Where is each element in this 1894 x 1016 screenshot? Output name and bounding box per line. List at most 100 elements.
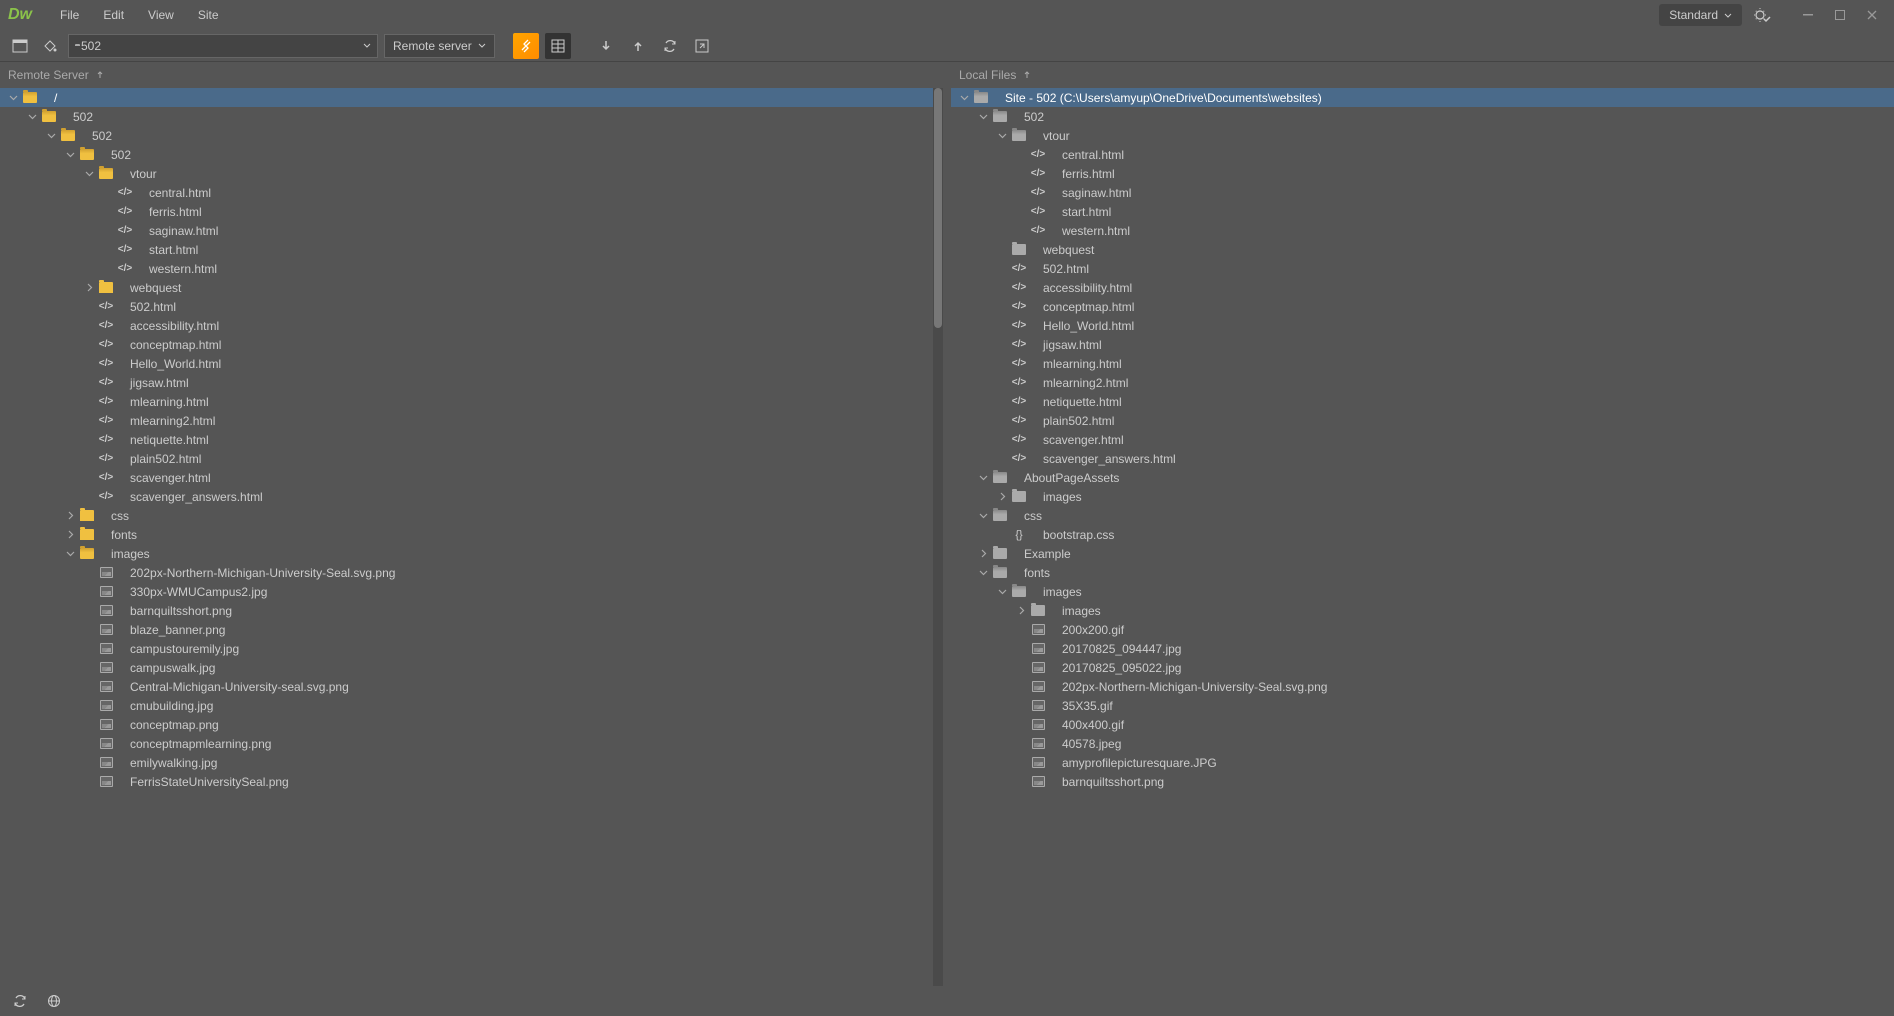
minimize-button[interactable] — [1794, 5, 1822, 25]
local-tree[interactable]: Site - 502 (C:\Users\amyup\OneDrive\Docu… — [951, 88, 1894, 986]
tree-row[interactable]: </>western.html — [0, 259, 943, 278]
tree-row[interactable]: fonts — [0, 525, 943, 544]
remote-panel-header[interactable]: Remote Server — [0, 62, 943, 88]
collapse-icon[interactable] — [63, 547, 77, 561]
tree-row[interactable]: </>netiquette.html — [951, 392, 1894, 411]
maximize-button[interactable] — [1826, 5, 1854, 25]
tree-row[interactable]: </>western.html — [951, 221, 1894, 240]
tree-row[interactable]: 502 — [951, 107, 1894, 126]
tree-row[interactable]: 35X35.gif — [951, 696, 1894, 715]
tree-row[interactable]: </>central.html — [951, 145, 1894, 164]
gear-check-icon[interactable] — [1750, 3, 1774, 27]
tree-row[interactable]: Site - 502 (C:\Users\amyup\OneDrive\Docu… — [951, 88, 1894, 107]
tree-row[interactable]: </>plain502.html — [951, 411, 1894, 430]
tree-row[interactable]: </>start.html — [0, 240, 943, 259]
tree-row[interactable]: 20170825_094447.jpg — [951, 639, 1894, 658]
tree-row[interactable]: </>conceptmap.html — [0, 335, 943, 354]
menu-view[interactable]: View — [136, 0, 186, 30]
tree-row[interactable]: </>scavenger.html — [0, 468, 943, 487]
tree-row[interactable]: {}bootstrap.css — [951, 525, 1894, 544]
expand-icon[interactable] — [976, 547, 990, 561]
collapse-icon[interactable] — [995, 129, 1009, 143]
tree-row[interactable]: </>jigsaw.html — [0, 373, 943, 392]
expand-icon[interactable] — [1014, 604, 1028, 618]
tree-row[interactable]: images — [0, 544, 943, 563]
expand-icon[interactable] — [63, 528, 77, 542]
tree-row[interactable]: images — [951, 487, 1894, 506]
tree-row[interactable]: 502 — [0, 126, 943, 145]
tree-row[interactable]: 200x200.gif — [951, 620, 1894, 639]
sync-button[interactable] — [657, 33, 683, 59]
server-selector[interactable]: Remote server — [384, 34, 495, 58]
expand-icon[interactable] — [82, 281, 96, 295]
workspace-switcher[interactable]: Standard — [1659, 4, 1742, 26]
expand-icon[interactable] — [995, 490, 1009, 504]
collapse-icon[interactable] — [63, 148, 77, 162]
tree-row[interactable]: </>scavenger_answers.html — [951, 449, 1894, 468]
tree-row[interactable]: campustouremily.jpg — [0, 639, 943, 658]
tree-row[interactable]: </>scavenger_answers.html — [0, 487, 943, 506]
tree-row[interactable]: </>central.html — [0, 183, 943, 202]
menu-edit[interactable]: Edit — [91, 0, 136, 30]
remote-tree[interactable]: /502502502vtour</>central.html</>ferris.… — [0, 88, 943, 986]
tree-row[interactable]: vtour — [951, 126, 1894, 145]
tree-row[interactable]: </>ferris.html — [951, 164, 1894, 183]
tree-row[interactable]: </>ferris.html — [0, 202, 943, 221]
tree-row[interactable]: 202px-Northern-Michigan-University-Seal.… — [0, 563, 943, 582]
tree-row[interactable]: </>mlearning.html — [951, 354, 1894, 373]
collapse-icon[interactable] — [976, 110, 990, 124]
tree-row[interactable]: / — [0, 88, 943, 107]
connect-button[interactable] — [513, 33, 539, 59]
expand-icon[interactable] — [63, 509, 77, 523]
tree-row[interactable]: </>502.html — [0, 297, 943, 316]
collapse-icon[interactable] — [6, 91, 20, 105]
put-files-button[interactable] — [625, 33, 651, 59]
tree-row[interactable]: images — [951, 582, 1894, 601]
scrollbar[interactable] — [933, 88, 943, 986]
tree-row[interactable]: Example — [951, 544, 1894, 563]
tree-row[interactable]: css — [951, 506, 1894, 525]
close-button[interactable] — [1858, 5, 1886, 25]
tree-row[interactable]: 400x400.gif — [951, 715, 1894, 734]
paint-bucket-icon[interactable] — [38, 34, 62, 58]
tree-row[interactable]: blaze_banner.png — [0, 620, 943, 639]
tree-row[interactable]: images — [951, 601, 1894, 620]
tree-row[interactable]: 202px-Northern-Michigan-University-Seal.… — [951, 677, 1894, 696]
tree-row[interactable]: AboutPageAssets — [951, 468, 1894, 487]
tree-row[interactable]: conceptmap.png — [0, 715, 943, 734]
sort-up-icon[interactable] — [1022, 70, 1032, 80]
tree-row[interactable]: barnquiltsshort.png — [951, 772, 1894, 791]
tree-row[interactable]: conceptmapmlearning.png — [0, 734, 943, 753]
menu-file[interactable]: File — [48, 0, 91, 30]
expand-button[interactable] — [689, 33, 715, 59]
tree-row[interactable]: vtour — [0, 164, 943, 183]
tree-row[interactable]: </>accessibility.html — [0, 316, 943, 335]
tree-row[interactable]: </>jigsaw.html — [951, 335, 1894, 354]
tree-row[interactable]: </>scavenger.html — [951, 430, 1894, 449]
tree-row[interactable]: </>netiquette.html — [0, 430, 943, 449]
view-grid-button[interactable] — [545, 33, 571, 59]
tree-row[interactable]: </>Hello_World.html — [951, 316, 1894, 335]
tree-row[interactable]: </>mlearning2.html — [0, 411, 943, 430]
tree-row[interactable]: FerrisStateUniversitySeal.png — [0, 772, 943, 791]
tree-row[interactable]: </>conceptmap.html — [951, 297, 1894, 316]
tree-row[interactable]: css — [0, 506, 943, 525]
tree-row[interactable]: </>mlearning.html — [0, 392, 943, 411]
collapse-icon[interactable] — [25, 110, 39, 124]
tree-row[interactable]: webquest — [951, 240, 1894, 259]
tree-row[interactable]: </>accessibility.html — [951, 278, 1894, 297]
collapse-icon[interactable] — [976, 471, 990, 485]
globe-button[interactable] — [42, 989, 66, 1013]
tree-row[interactable]: </>Hello_World.html — [0, 354, 943, 373]
tree-row[interactable]: Central-Michigan-University-seal.svg.png — [0, 677, 943, 696]
tree-row[interactable]: </>saginaw.html — [0, 221, 943, 240]
tree-row[interactable]: 330px-WMUCampus2.jpg — [0, 582, 943, 601]
refresh-button[interactable] — [8, 989, 32, 1013]
tree-row[interactable]: </>plain502.html — [0, 449, 943, 468]
collapse-icon[interactable] — [957, 91, 971, 105]
show-files-button[interactable] — [8, 34, 32, 58]
tree-row[interactable]: emilywalking.jpg — [0, 753, 943, 772]
collapse-icon[interactable] — [995, 585, 1009, 599]
tree-row[interactable]: </>mlearning2.html — [951, 373, 1894, 392]
tree-row[interactable]: </>saginaw.html — [951, 183, 1894, 202]
